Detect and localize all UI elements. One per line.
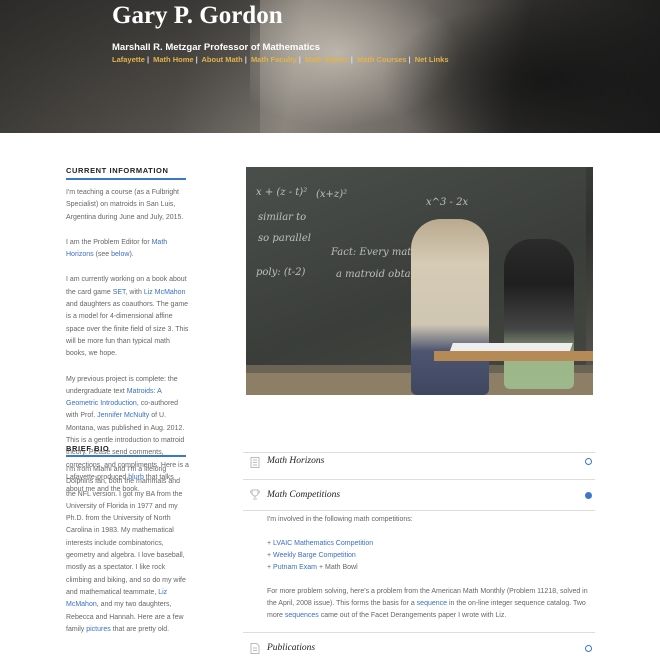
liz-mcmahon-link[interactable]: Liz McMahon [144, 289, 186, 296]
chalk-text: (x+z)² [316, 189, 348, 200]
header-nav: Lafayette | Math Home | About Math | Math F… [112, 55, 449, 64]
trophy-icon [250, 489, 260, 500]
accordion-title-math-competitions[interactable]: Math Competitions [267, 490, 340, 500]
nav-link-about-math[interactable]: About Math [201, 55, 242, 64]
desk [434, 351, 593, 361]
brief-bio-heading: BRIEF BIO [66, 444, 110, 453]
competitions-list: + LVAIC Mathematics Competition + Weekly… [267, 538, 373, 574]
sequences-link[interactable]: sequences [285, 612, 319, 619]
list-item: + Putnam Exam + Math Bowl [267, 564, 358, 571]
current-info-heading: CURRENT INFORMATION [66, 166, 169, 175]
brief-bio-rule [66, 455, 186, 457]
book-icon [250, 457, 260, 468]
person-professor [411, 219, 489, 395]
sequence-link[interactable]: sequence [417, 600, 447, 607]
list-item: + Weekly Barge Competition [267, 552, 356, 559]
classroom-photo: x + (z - t)² similar to (x+z)² so parall… [246, 167, 593, 395]
nav-link-lafayette[interactable]: Lafayette [112, 55, 145, 64]
nav-link-math-home[interactable]: Math Home [153, 55, 193, 64]
pictures-link[interactable]: pictures [86, 626, 111, 633]
page-subtitle: Marshall R. Metzgar Professor of Mathema… [112, 42, 320, 53]
nav-link-math-faculty[interactable]: Math Faculty [251, 55, 297, 64]
set-link[interactable]: SET [113, 289, 126, 296]
current-info-p3: I am currently working on a book about t… [66, 276, 189, 358]
list-item: + LVAIC Mathematics Competition [267, 540, 374, 547]
lvaic-link[interactable]: LVAIC Mathematics Competition [273, 540, 373, 547]
barge-link[interactable]: Weekly Barge Competition [273, 552, 356, 559]
current-info-p2: I am the Problem Editor for Math Horizon… [66, 238, 168, 259]
brief-bio-text: I'm from Miami and I'm a lifelong Dolphi… [66, 466, 186, 633]
page-title: Gary P. Gordon [112, 2, 283, 29]
nav-link-net-links[interactable]: Net Links [415, 55, 449, 64]
chalk-text: x^3 - 2x [426, 197, 469, 208]
nav-link-math-majors[interactable]: Math Majors [305, 55, 349, 64]
collapse-toggle-icon[interactable] [585, 492, 592, 499]
current-info-p1: I'm teaching a course (as a Fulbright Sp… [66, 189, 184, 221]
nav-link-math-courses[interactable]: Math Courses [357, 55, 407, 64]
person-student [504, 239, 574, 389]
banner-shadow [380, 0, 660, 133]
chalk-text: similar to [258, 212, 307, 223]
current-info-rule [66, 178, 186, 180]
accordion-title-publications[interactable]: Publications [267, 643, 315, 653]
chalk-text: so parallel [258, 233, 311, 244]
putnam-link[interactable]: Putnam Exam [273, 564, 317, 571]
chalk-text: x + (z - t)² [256, 187, 308, 198]
expand-toggle-icon[interactable] [585, 458, 592, 465]
competitions-intro: I'm involved in the following math compe… [267, 516, 413, 523]
below-link[interactable]: below [111, 251, 129, 258]
expand-toggle-icon[interactable] [585, 645, 592, 652]
document-icon [250, 643, 260, 654]
header-banner: Gary P. Gordon Marshall R. Metzgar Profe… [0, 0, 660, 133]
accordion-divider [243, 510, 595, 511]
competitions-paragraph: For more problem solving, here's a probl… [267, 588, 588, 619]
accordion-title-math-horizons[interactable]: Math Horizons [267, 456, 324, 466]
current-info-text: I'm teaching a course (as a Fulbright Sp… [66, 187, 191, 510]
jennifer-mcnulty-link[interactable]: Jennifer McNulty [97, 412, 149, 419]
chalk-text: poly: (t-2) [256, 267, 306, 278]
